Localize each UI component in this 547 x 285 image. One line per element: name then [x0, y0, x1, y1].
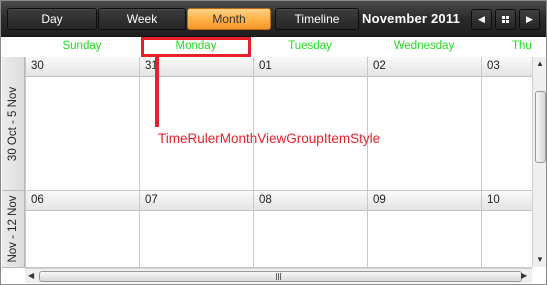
next-arrow-icon[interactable]: ▶ [519, 9, 540, 30]
time-ruler-week-2: Nov - 12 Nov [2, 191, 25, 268]
week-view-button[interactable]: Week [98, 8, 186, 30]
grip-icon [276, 273, 282, 280]
scheduler-window: Day Week Month Timeline November 2011 ◀ … [0, 0, 547, 285]
day-cell[interactable]: 07 [139, 191, 253, 268]
scroll-up-arrow-icon[interactable]: ▲ [536, 59, 544, 68]
annotation-pointer-line [155, 57, 159, 127]
calendar-grid-icon[interactable] [495, 9, 516, 30]
date-label: 08 [254, 191, 367, 211]
day-cell[interactable]: 01 [253, 57, 367, 191]
date-label: 07 [140, 191, 253, 211]
annotation-label: TimeRulerMonthViewGroupItemStyle [158, 131, 381, 146]
date-label: 10 [482, 191, 532, 211]
date-label: 09 [368, 191, 481, 211]
week-range-label: Nov - 12 Nov [7, 195, 19, 263]
vertical-scrollbar[interactable]: ▲ ▼ [532, 57, 546, 267]
scroll-right-arrow-icon[interactable]: ▶ [521, 271, 527, 280]
month-view-button[interactable]: Month [187, 8, 271, 30]
week-range-label: 30 Oct - 5 Nov [7, 86, 19, 161]
annotation-highlight-box [141, 37, 251, 57]
date-label: 01 [254, 57, 367, 77]
day-header-sunday: Sunday [62, 40, 102, 52]
time-ruler-week-1: 30 Oct - 5 Nov [2, 57, 25, 191]
day-view-button[interactable]: Day [7, 8, 97, 30]
day-header-row: Sunday Monday Tuesday Wednesday Thu [1, 37, 546, 57]
day-cell[interactable]: 03 [481, 57, 532, 191]
period-title: November 2011 [362, 11, 460, 26]
day-cell[interactable]: 30 [25, 57, 139, 191]
date-label: 03 [482, 57, 532, 77]
day-header-tuesday: Tuesday [288, 40, 332, 52]
timeline-view-button[interactable]: Timeline [275, 8, 359, 30]
time-ruler: 30 Oct - 5 Nov Nov - 12 Nov [1, 57, 25, 268]
day-header-wednesday: Wednesday [393, 40, 455, 52]
previous-arrow-icon[interactable]: ◀ [471, 9, 492, 30]
day-cell[interactable]: 10 [481, 191, 532, 268]
horizontal-scroll-thumb[interactable] [39, 271, 522, 282]
scroll-left-arrow-icon[interactable]: ◀ [28, 271, 34, 280]
day-cell[interactable]: 09 [367, 191, 481, 268]
header-corner [1, 37, 25, 57]
scroll-down-arrow-icon[interactable]: ▼ [536, 255, 544, 264]
day-cell[interactable]: 08 [253, 191, 367, 268]
date-label: 06 [26, 191, 139, 211]
day-cell[interactable]: 02 [367, 57, 481, 191]
view-toolbar: Day Week Month Timeline November 2011 ◀ … [1, 1, 546, 37]
vertical-scroll-thumb[interactable] [535, 91, 546, 163]
day-cell[interactable]: 06 [25, 191, 139, 268]
day-header-thursday: Thu [512, 40, 532, 52]
horizontal-scrollbar[interactable]: ◀ ▶ [25, 268, 532, 283]
date-label: 30 [26, 57, 139, 77]
date-label: 02 [368, 57, 481, 77]
